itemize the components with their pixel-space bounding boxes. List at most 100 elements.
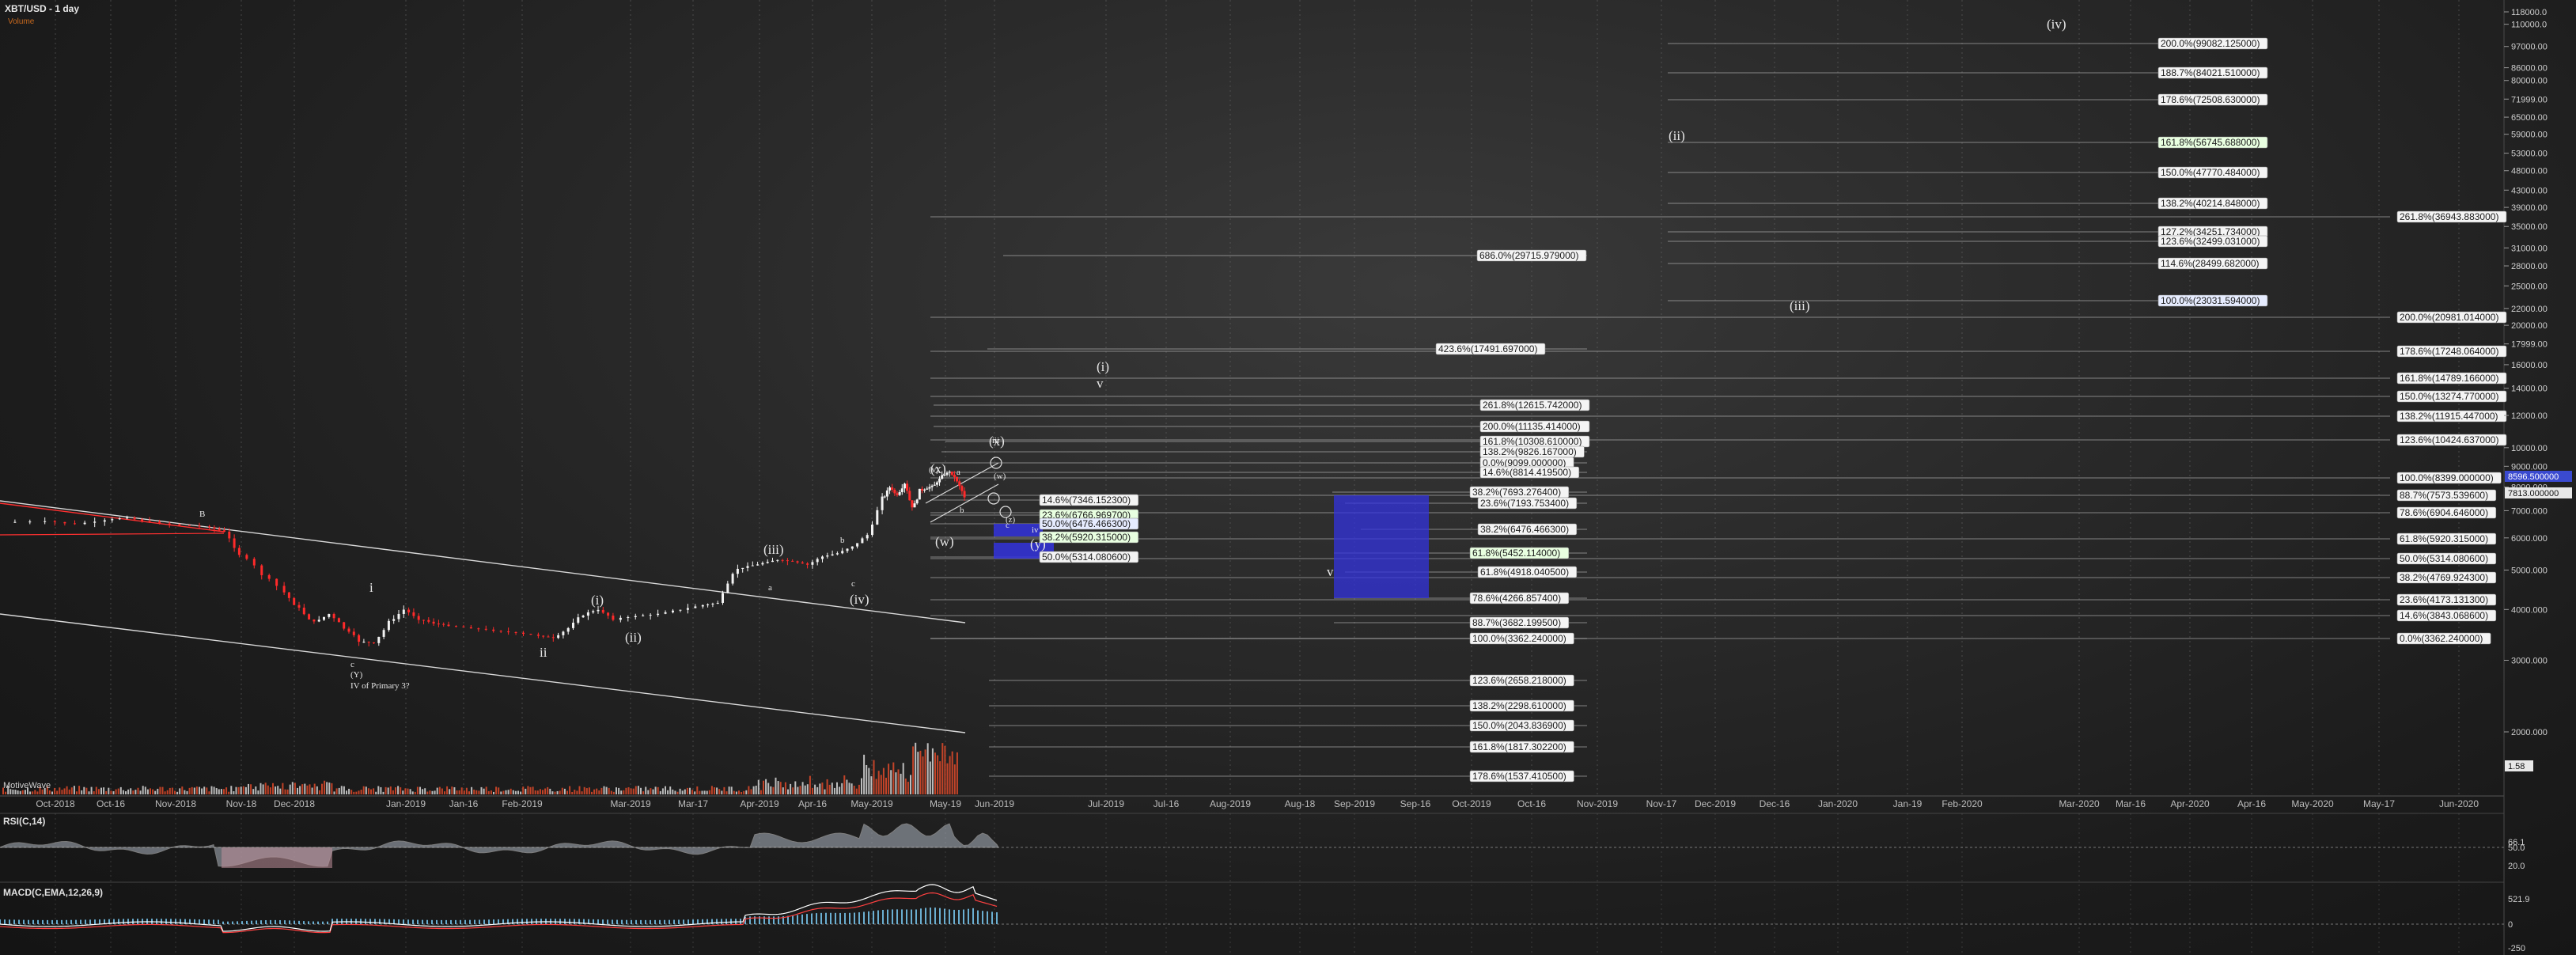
volume-bar: [571, 791, 574, 794]
volume-bar: [127, 789, 130, 794]
volume-bar: [861, 778, 862, 794]
volume-bar: [367, 788, 369, 794]
volume-bar: [338, 787, 340, 794]
volume-bar: [924, 749, 926, 794]
volume-bar: [650, 788, 652, 794]
volume-bar: [56, 790, 59, 794]
volume-bar: [431, 790, 434, 794]
fib-level-label: 123.6%(2658.218000): [1472, 675, 1566, 686]
fib-level-label: 14.6%(7346.152300): [1042, 495, 1131, 506]
time-axis-label: Sep-16: [1400, 798, 1431, 809]
volume-bar: [328, 783, 331, 794]
volume-bar: [255, 786, 257, 794]
volume-bar: [186, 790, 188, 794]
volume-bar: [892, 762, 895, 794]
fib-level-label: 38.2%(7693.276400): [1472, 487, 1561, 498]
volume-bar: [741, 791, 743, 794]
volume-bar: [934, 752, 936, 794]
volume-bar: [520, 791, 522, 794]
candle-body: [871, 524, 873, 536]
volume-bar: [333, 791, 335, 794]
volume-bar: [529, 786, 532, 794]
volume-bar: [956, 752, 958, 794]
volume-bar: [297, 787, 298, 794]
volume-bar: [313, 783, 316, 794]
volume-bar: [922, 756, 924, 794]
fib-level-label: 178.6%(17248.064000): [2400, 346, 2498, 357]
volume-bar: [436, 787, 438, 794]
volume-bar: [409, 789, 411, 794]
wave-label: IV of Primary 3?: [350, 681, 410, 691]
volume-bar: [152, 789, 154, 794]
candle-body: [93, 521, 97, 523]
candle-body: [816, 559, 819, 563]
volume-bar: [259, 783, 262, 794]
volume-bar: [66, 786, 68, 794]
price-axis-label: 118000.0: [2511, 8, 2547, 17]
volume-bar: [782, 787, 784, 794]
volume-bar: [880, 775, 882, 794]
volume-bar: [150, 788, 151, 794]
volume-bar: [728, 786, 730, 794]
volume-bar: [640, 787, 642, 794]
volume-bar: [721, 790, 723, 794]
candle-body: [694, 606, 697, 608]
fib-level-label: 50.0%(5314.080600): [1042, 551, 1131, 563]
time-axis-label: Apr-16: [2237, 798, 2266, 809]
volume-bar: [191, 786, 193, 794]
time-axis-label: Mar-2020: [2059, 798, 2100, 809]
candle-body: [891, 487, 894, 490]
fib-level-label: 161.8%(10308.610000): [1483, 436, 1582, 447]
candle-body: [903, 483, 906, 489]
volume-bar: [770, 786, 772, 794]
volume-bar: [618, 787, 620, 794]
volume-bar: [517, 790, 519, 794]
volume-bar: [616, 787, 617, 794]
macd-title: MACD(C,EMA,12,26,9): [3, 887, 103, 898]
volume-bar: [291, 782, 294, 794]
price-axis-label: 48000.00: [2511, 167, 2548, 176]
candle-body: [302, 608, 305, 615]
volume-bar: [897, 769, 900, 794]
volume-bar: [331, 783, 333, 794]
candle-body: [53, 521, 56, 522]
trading-chart[interactable]: 686.0%(29715.979000) 423.6%(17491.697000)…: [0, 0, 2576, 955]
candle-body: [44, 521, 47, 522]
candle-body: [597, 609, 600, 612]
volume-bar: [953, 764, 956, 794]
fib-level-label: 38.2%(4769.924300): [2400, 572, 2488, 583]
candle-body: [960, 486, 964, 491]
volume-bar: [316, 786, 318, 794]
volume-bar: [654, 786, 657, 794]
volume-bar: [652, 789, 654, 794]
volume-bar: [915, 742, 917, 794]
volume-bar: [701, 790, 703, 794]
volume-bar: [377, 786, 380, 794]
volume-bar: [765, 779, 767, 794]
volume-bar: [404, 788, 407, 794]
volume-bar: [438, 786, 441, 794]
wave-label: B: [199, 510, 205, 519]
volume-bar: [24, 790, 26, 794]
volume-bar: [514, 790, 517, 794]
candle-body: [716, 602, 719, 604]
wave-label: (z): [1006, 515, 1016, 525]
candle-body: [447, 624, 450, 627]
trend-channel[interactable]: [0, 462, 999, 733]
fib-level-label: 50.0%(6476.466300): [1042, 518, 1131, 529]
volume-bar: [612, 791, 615, 794]
price-axis-label: 53000.00: [2511, 150, 2548, 159]
volume-bar: [585, 788, 588, 794]
candle-body: [577, 617, 580, 623]
volume-bar: [125, 791, 127, 794]
fib-level-label: 78.6%(6904.646000): [2400, 507, 2488, 518]
volume-bar: [866, 764, 868, 794]
volume-bar: [117, 788, 119, 794]
price-axis-label: 2000.000: [2511, 728, 2548, 737]
volume-bar: [275, 786, 277, 794]
volume-bar: [157, 788, 159, 794]
time-axis-label: Jan-19: [1893, 798, 1923, 809]
volume-bar: [929, 761, 931, 794]
price-axis-label: 14000.00: [2511, 385, 2548, 394]
volume-bar: [483, 788, 485, 794]
